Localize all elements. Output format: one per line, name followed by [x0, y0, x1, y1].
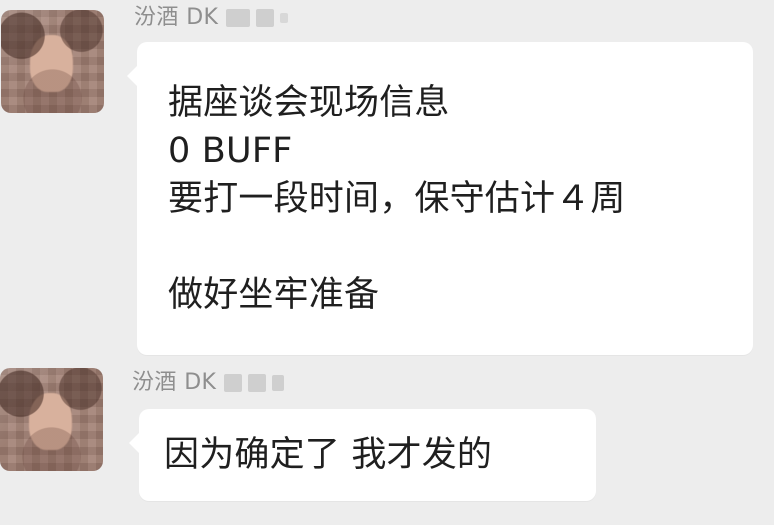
- chat-transcript: 汾酒 DK 据座谈会现场信息 0 BUFF 要打一段时间，保守估计４周 做好坐牢…: [0, 0, 774, 525]
- sender-meta-2: [224, 374, 285, 392]
- redacted-block-2: [256, 9, 275, 27]
- sender-meta-1: [226, 9, 289, 27]
- sender-name-2: 汾酒 DK: [132, 370, 217, 395]
- redacted-block-1: [226, 9, 251, 27]
- redacted-block-3: [224, 374, 243, 392]
- message-text-2: 因为确定了 我才发的: [164, 435, 493, 475]
- sender-name-1: 汾酒 DK: [134, 5, 219, 30]
- message-bubble-1[interactable]: 据座谈会现场信息 0 BUFF 要打一段时间，保守估计４周 做好坐牢准备: [127, 42, 753, 355]
- message-text-1: 据座谈会现场信息 0 BUFF 要打一段时间，保守估计４周 做好坐牢准备: [168, 83, 626, 315]
- redacted-block-4: [248, 374, 267, 392]
- sender-row-2: 汾酒 DK: [132, 370, 285, 395]
- sender-avatar-2[interactable]: [0, 368, 103, 471]
- message-bubble-2[interactable]: 因为确定了 我才发的: [129, 409, 596, 501]
- redacted-block-5: [272, 375, 285, 391]
- redacted-mark-1: [280, 13, 289, 23]
- sender-row-1: 汾酒 DK: [134, 5, 289, 30]
- sender-avatar-1[interactable]: [1, 10, 104, 113]
